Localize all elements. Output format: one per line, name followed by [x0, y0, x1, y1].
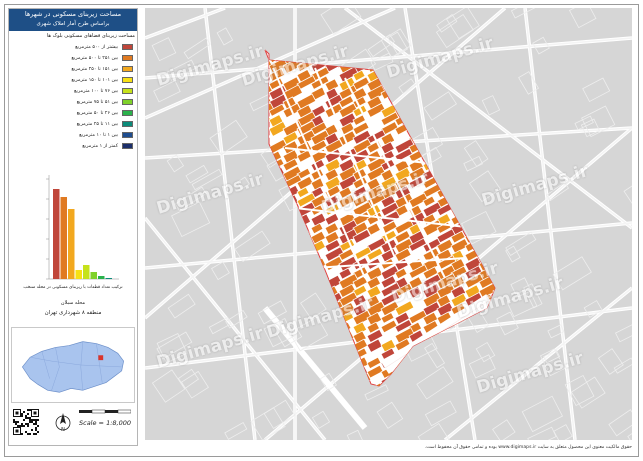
legend-item: بین ۱۰۱ تا ۱۵۰ مترمربع [11, 76, 135, 85]
legend-swatch [122, 55, 133, 61]
legend-swatch [122, 66, 133, 72]
district-label: منطقه ۸ شهرداری تهران [44, 310, 102, 316]
legend-item: بین ۲۶ تا ۵۰ مترمربع [11, 109, 135, 118]
legend-item: بین ۱ تا ۱۰ مترمربع [11, 131, 135, 140]
legend-item: بیشتر از ۵۰۰ مترمربع [11, 43, 135, 52]
legend-title-box: مساحت زیربنای مسکونی در شهرها براساس طرح… [9, 9, 137, 31]
legend-item: بین ۷۶ تا ۱۰۰ مترمربع [11, 87, 135, 96]
scale-bar [79, 409, 131, 414]
location-label: محله سبلان [60, 300, 86, 306]
north-arrow-icon: N [55, 413, 71, 433]
legend-item: بین ۵۱ تا ۷۵ مترمربع [11, 98, 135, 107]
histogram-bar [98, 276, 105, 279]
legend-swatch [122, 88, 133, 94]
histogram-chart [46, 175, 119, 280]
legend-label: بین ۵۱ تا ۷۵ مترمربع [76, 100, 118, 105]
legend-title: مساحت زیربنای مسکونی در شهرها [24, 10, 122, 18]
legend-label: بین ۱ تا ۱۰ مترمربع [79, 133, 118, 138]
legend-label: بیشتر از ۵۰۰ مترمربع [75, 45, 118, 50]
legend-label: کمتر از ۱ مترمربع [82, 144, 118, 149]
legend-label: بین ۱۱ تا ۲۵ مترمربع [76, 122, 118, 127]
legend-swatch [122, 99, 133, 105]
legend-item: بین ۱۱ تا ۲۵ مترمربع [11, 120, 135, 129]
legend-label: بین ۱۵۱ تا ۲۵۰ مترمربع [71, 67, 118, 72]
histogram-bar [105, 278, 112, 279]
legend-panel: مساحت زیربنای مسکونی در شهرها براساس طرح… [8, 8, 138, 446]
legend-item: بین ۲۵۱ تا ۵۰۰ مترمربع [11, 54, 135, 63]
legend-item: کمتر از ۱ مترمربع [11, 142, 135, 151]
scale-label: Scale = 1:8,000 [79, 419, 131, 427]
histogram-bar [53, 189, 60, 279]
histogram-bar [83, 265, 90, 279]
legend-swatch [122, 143, 133, 149]
selected-area-marker [98, 355, 104, 361]
legend-label: بین ۲۵۱ تا ۵۰۰ مترمربع [71, 56, 118, 61]
histogram-bar [60, 197, 67, 279]
legend-label: بین ۲۶ تا ۵۰ مترمربع [76, 111, 118, 116]
legend-item: بین ۱۵۱ تا ۲۵۰ مترمربع [11, 65, 135, 74]
legend-swatch [122, 77, 133, 83]
legend-subtitle: مساحت زیربنای فضاهای مسکونی بلوک ها [46, 33, 135, 39]
histogram-caption: ترکیب تعداد قطعات با زیربنای مسکونی در م… [23, 285, 123, 290]
legend-title-sub: براساس طرح آمار املاک شهری [36, 21, 110, 27]
histogram-bar [68, 209, 75, 279]
legend-label: بین ۱۰۱ تا ۱۵۰ مترمربع [71, 78, 118, 83]
locator-map [11, 327, 135, 403]
location-box: محله سبلان منطقه ۸ شهرداری تهران [11, 299, 135, 325]
legend-swatch [122, 110, 133, 116]
histogram-bar [90, 272, 97, 279]
legend-swatch [122, 121, 133, 127]
legend-swatch [122, 132, 133, 138]
legend-swatch [122, 44, 133, 50]
qr-code[interactable] [13, 409, 39, 435]
histogram-bar [75, 270, 82, 279]
legend-label: بین ۷۶ تا ۱۰۰ مترمربع [73, 89, 118, 94]
north-label: N [61, 427, 65, 433]
copyright-footer: حقوق مالکیت معنوی این محصول متعلق به سای… [424, 445, 632, 450]
